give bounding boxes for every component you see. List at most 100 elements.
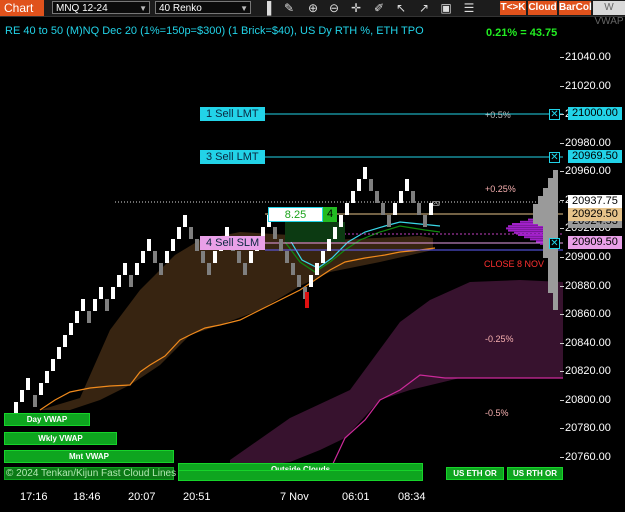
outside-clouds-bar-2 [178, 470, 423, 481]
renko-brick [375, 191, 379, 203]
time-tick: 06:01 [342, 491, 370, 503]
renko-brick [45, 371, 49, 383]
price-tag-sell-lmt-2: 20969.50 [568, 150, 622, 163]
renko-brick [87, 311, 91, 323]
mnt-vwap-bar: Mnt VWAP [4, 450, 174, 463]
renko-brick [69, 323, 73, 335]
renko-brick [33, 395, 37, 407]
renko-brick [213, 251, 217, 263]
renko-brick [177, 227, 181, 239]
time-tick: 18:46 [73, 491, 101, 503]
price-axis[interactable]: 21040.00 21020.00 21000.00 20980.00 20960.00… [560, 17, 625, 487]
ichimoku-cloud-purple [230, 280, 563, 470]
renko-brick [20, 390, 24, 402]
signal-brick-red [305, 292, 309, 308]
close-note: CLOSE 8 NOV [484, 259, 545, 269]
renko-brick [297, 275, 301, 287]
chart-window: Chart MNQ 12-24 ▼ 40 Renko ▼ ▐ ✎ ⊕ ⊖ ✛ ✐… [0, 0, 625, 512]
time-tick: 08:34 [398, 491, 426, 503]
renko-brick [393, 203, 397, 215]
renko-brick [189, 227, 193, 239]
renko-brick [339, 215, 343, 227]
renko-brick [333, 227, 337, 239]
renko-brick [75, 311, 79, 323]
renko-brick [26, 378, 30, 390]
renko-brick [363, 167, 367, 179]
time-tick: 7 Nov [280, 491, 309, 503]
renko-brick [105, 299, 109, 311]
renko-brick [411, 191, 415, 203]
renko-brick [147, 239, 151, 251]
renko-brick [183, 215, 187, 227]
renko-brick [405, 179, 409, 191]
renko-brick [315, 263, 319, 275]
renko-brick [357, 179, 361, 191]
level-minus-05: -0.5% [485, 408, 509, 418]
renko-brick [309, 275, 313, 287]
price-tick: 21020.00 [560, 79, 611, 92]
price-tick: 20960.00 [560, 165, 611, 178]
renko-brick [207, 263, 211, 275]
us-eth-or-bar: US ETH OR [446, 467, 504, 480]
renko-brick [291, 263, 295, 275]
volume-bar [533, 204, 538, 224]
price-tick: 20980.00 [560, 136, 611, 149]
renko-brick [321, 251, 325, 263]
tpo-row [506, 227, 548, 230]
renko-brick [117, 275, 121, 287]
renko-brick [249, 251, 253, 263]
cancel-order-1-icon[interactable]: ✕ [549, 109, 560, 120]
price-tick: 20780.00 [560, 422, 611, 435]
time-tick: 17:16 [20, 491, 48, 503]
renko-brick [387, 215, 391, 227]
renko-brick [99, 287, 103, 299]
renko-brick [171, 239, 175, 251]
renko-brick [81, 299, 85, 311]
sell-slm-label[interactable]: 4 Sell SLM [200, 236, 266, 250]
day-vwap-bar: Day VWAP [4, 413, 90, 426]
renko-brick [57, 347, 61, 359]
renko-brick [237, 251, 241, 263]
price-tick: 20820.00 [560, 365, 611, 378]
renko-brick [201, 251, 205, 263]
position-price[interactable]: 8.25 [268, 207, 323, 222]
renko-brick [423, 215, 427, 227]
price-tag-sell-lmt-1: 21000.00 [568, 107, 622, 120]
volume-bar [548, 178, 553, 293]
price-tick: 20900.00 [560, 251, 611, 263]
renko-brick [165, 251, 169, 263]
level-plus-025: +0.25% [485, 184, 516, 194]
renko-brick [93, 299, 97, 311]
price-tick: 20860.00 [560, 308, 611, 321]
renko-brick [279, 239, 283, 251]
renko-brick [129, 275, 133, 287]
price-tag-sell-slm: 20909.50 [568, 236, 622, 249]
renko-brick [63, 335, 67, 347]
sell-lmt-2-label[interactable]: 3 Sell LMT [200, 150, 265, 164]
level-plus-05: +0.5% [485, 110, 511, 120]
renko-brick [285, 251, 289, 263]
volume-bar [543, 188, 548, 258]
renko-brick [345, 203, 349, 215]
sell-lmt-1-label[interactable]: 1 Sell LMT [200, 107, 265, 121]
position-qty[interactable]: 4 [323, 207, 337, 222]
tpo-row [508, 229, 548, 232]
cancel-order-2-icon[interactable]: ✕ [549, 152, 560, 163]
renko-brick [159, 263, 163, 275]
renko-brick [399, 191, 403, 203]
chart-title: RE 40 to 50 (M)NQ Dec 20 (1%=150p=$300) … [5, 25, 424, 37]
tpo-row [514, 231, 548, 234]
price-tick: 20800.00 [560, 393, 611, 406]
renko-brick [417, 203, 421, 215]
price-tag-last: 20937.75 [568, 195, 622, 208]
renko-brick [141, 251, 145, 263]
renko-brick [39, 383, 43, 395]
cancel-order-3-icon[interactable]: ✕ [549, 238, 560, 249]
price-tick: 21040.00 [560, 51, 611, 63]
renko-brick [369, 179, 373, 191]
renko-brick [135, 263, 139, 275]
mouse-cursor-icon: ⮹ [431, 197, 441, 211]
price-tick: 20880.00 [560, 279, 611, 292]
volume-bar [538, 196, 543, 226]
renko-brick [51, 359, 55, 371]
